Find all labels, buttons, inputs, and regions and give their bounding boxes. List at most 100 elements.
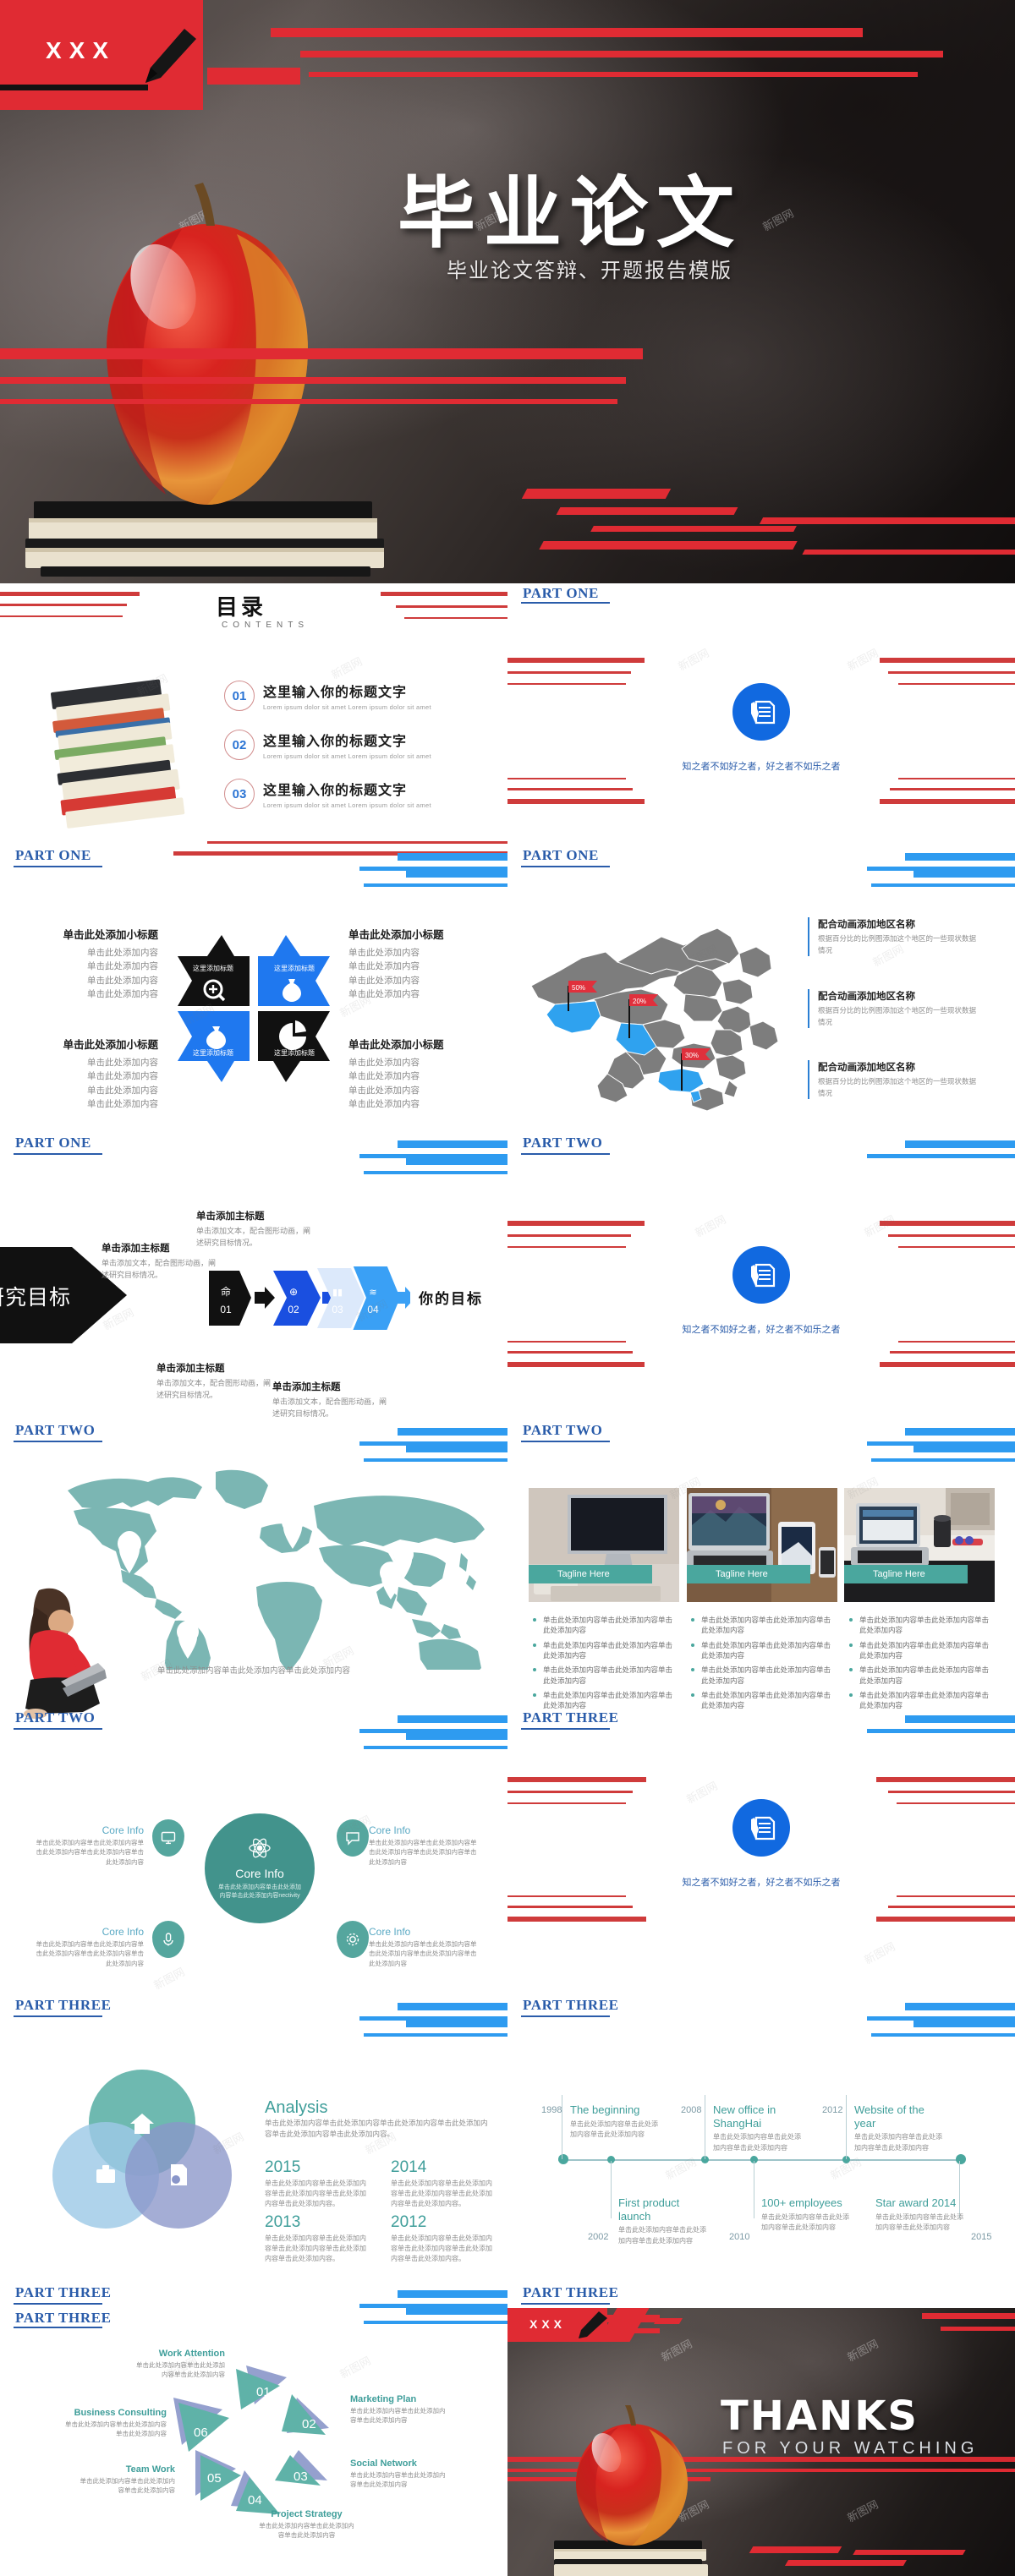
blue-corner-deco (359, 2290, 508, 2308)
quadrant-heading: 单击此处添加小标题 (63, 929, 158, 941)
timeline-dot[interactable] (558, 2154, 568, 2164)
watermark: 新图网 (151, 1965, 187, 1993)
toc-item-heading: 这里输入你的标题文字 (263, 686, 408, 700)
blue-corner-deco (364, 2021, 508, 2037)
map-legend-heading: 配合动画添加地区名称 (818, 992, 915, 1002)
cycle-heading: Team Work (125, 2464, 175, 2475)
quadrant-heading: 单击此处添加小标题 (63, 1039, 158, 1051)
photo-card[interactable]: Tagline Here (844, 1488, 995, 1602)
deco-red-line (880, 1221, 1015, 1226)
pencil-icon (573, 2310, 611, 2343)
slide-row-7: Analysis 单击此处添加内容单击此处添加内容单击此处添加内容单击此处添加内… (0, 2021, 1015, 2308)
blue-corner-deco (871, 2021, 1015, 2037)
deco-red-line (508, 1895, 626, 1897)
china-map-graphic[interactable]: 50% 20% 30% (516, 911, 795, 1123)
map-legend-body: 根据百分比的比例图添加这个地区的一些现状数据情况 (818, 1077, 977, 1097)
core-info-node-text: Core Info 单击此处添加内容单击此处添加内容单击此处添加内容单击此处添加… (34, 1926, 145, 1968)
photo-card[interactable]: Tagline Here (687, 1488, 837, 1602)
svg-text:▮▮: ▮▮ (332, 1288, 343, 1298)
analysis-year: 2014 (391, 2158, 427, 2176)
cycle-node-text: Marketing Plan 单击此处添加内容单击此处添加内容单击此处添加内容 (350, 2394, 447, 2426)
analysis-year-block: 2014 单击此处添加内容单击此处添加内容单击此处添加内容单击此处添加内容单击此… (391, 2158, 497, 2209)
blue-corner-deco (867, 1140, 1015, 1158)
monitor-icon (152, 1819, 184, 1857)
deco-red-line (396, 605, 508, 608)
cover-slide: XXX 毕业论文 毕业论文答辩、开题报告模版 新图网 新图网 新图网 (0, 0, 1015, 583)
timeline-heading: First product launch (618, 2196, 680, 2223)
timeline-dot[interactable] (956, 2154, 966, 2164)
toc-item[interactable]: 03 这里输入你的标题文字 Lorem ipsum dolor sit amet… (224, 779, 431, 809)
svg-text:04: 04 (367, 1304, 379, 1315)
analysis-title: Analysis (265, 2098, 328, 2117)
list-item: 单击此处添加内容单击此处添加内容单击此处添加内容 (691, 1665, 835, 1686)
svg-text:06: 06 (194, 2426, 208, 2440)
deco-red-line (888, 1234, 1015, 1237)
notepad-pen-icon (732, 683, 790, 741)
photo-tagline: Tagline Here (687, 1565, 810, 1583)
cycle-body: 单击此处添加内容单击此处添加内容单击此处添加内容 (65, 2420, 167, 2438)
blue-corner-deco (867, 1428, 1015, 1446)
callout-body: 单击添加文本，配合图形动画，阐述研究目标情况。 (196, 1227, 311, 1248)
thanks-deco-bar (941, 2327, 1015, 2331)
svg-text:这里添加标题: 这里添加标题 (274, 1048, 315, 1057)
core-info-center[interactable]: Core Info 单击此处添加内容单击此处添加内容单击此处添加内容nectiv… (205, 1813, 315, 1923)
quadrant-text-block: 单击此处添加小标题 单击此处添加内容 单击此处添加内容 单击此处添加内容 单击此处添… (348, 926, 454, 1001)
toc-item[interactable]: 01 这里输入你的标题文字 Lorem ipsum dolor sit amet… (224, 681, 431, 711)
cover-logo-badge[interactable]: XXX (0, 0, 203, 110)
svg-text:01: 01 (256, 2385, 271, 2399)
quote-text: 知之者不如好之者，好之者不如乐之者 (682, 1325, 841, 1335)
part-label: PART TWO (523, 1135, 603, 1151)
timeline-event: First product launch 单击此处添加内容单击此处添加内容单击此… (618, 2196, 711, 2246)
watermark: 新图网 (663, 2155, 699, 2183)
photo-card[interactable]: Tagline Here (529, 1488, 679, 1602)
map-legend-item[interactable]: 配合动画添加地区名称 根据百分比的比例图添加这个地区的一些现状数据情况 (808, 917, 981, 957)
analysis-year-body: 单击此处添加内容单击此处添加内容单击此处添加内容单击此处添加内容单击此处添加内容… (265, 2179, 366, 2207)
deco-red-line (898, 778, 1015, 779)
map-legend-heading: 配合动画添加地区名称 (818, 1063, 915, 1073)
deco-red-line (898, 1341, 1015, 1343)
presentation-deck: XXX 毕业论文 毕业论文答辩、开题报告模版 新图网 新图网 新图网 目录 CO… (0, 0, 1015, 2576)
quadrant-arrows-slide: 单击此处添加小标题 单击此处添加内容 单击此处添加内容 单击此处添加内容 单击此处添… (0, 871, 508, 1158)
slide-row-4: 研究目标 命 01 ⊕ 02 ▮▮ 03 ≋ 04 (0, 1158, 1015, 1446)
timeline-heading: Star award 2014 (875, 2196, 957, 2209)
cover-red-bar-3 (309, 72, 918, 77)
cover-red-bar-1 (271, 28, 863, 37)
analysis-year: 2013 (265, 2213, 301, 2231)
photo-cards-slide: Tagline Here 单击此处添加内容单击此处添加内容单击此处添加内容 单击… (508, 1446, 1015, 1733)
map-legend-item[interactable]: 配合动画添加地区名称 根据百分比的比例图添加这个地区的一些现状数据情况 (808, 989, 981, 1029)
callout-heading: 单击添加主标题 (156, 1364, 225, 1374)
venn-diagram[interactable] (41, 2061, 244, 2234)
toc-item[interactable]: 02 这里输入你的标题文字 Lorem ipsum dolor sit amet… (224, 730, 431, 760)
part-label-underline (14, 1153, 102, 1155)
pencil-icon (135, 25, 203, 85)
part-label-underline (521, 1728, 610, 1730)
callout-body: 单击添加文本，配合图形动画，阐述研究目标情况。 (102, 1259, 217, 1280)
timeline-event: Star award 2014 单击此处添加内容单击此处添加内容单击此处添加内容 (875, 2196, 968, 2233)
deco-red-line (880, 1362, 1015, 1367)
svg-text:≋: ≋ (369, 1288, 376, 1298)
deco-red-line (508, 1234, 631, 1237)
research-goal-steps[interactable]: 命 01 ⊕ 02 ▮▮ 03 ≋ 04 (207, 1266, 410, 1330)
svg-text:这里添加标题: 这里添加标题 (193, 1048, 233, 1057)
atom-icon (249, 1838, 271, 1857)
deco-red-line (898, 1246, 1015, 1248)
apple-on-books-photo (554, 2405, 708, 2576)
cycle-body: 单击此处添加内容单击此处添加内容单击此处添加内容 (80, 2477, 176, 2495)
map-legend-item[interactable]: 配合动画添加地区名称 根据百分比的比例图添加这个地区的一些现状数据情况 (808, 1060, 981, 1100)
deco-red-line (890, 1351, 1015, 1354)
cycle-heading: Marketing Plan (350, 2394, 417, 2404)
cover-skew-bar-2 (556, 507, 738, 515)
watermark: 新图网 (684, 1779, 720, 1807)
cover-badge-text: XXX (46, 37, 117, 63)
watermark: 新图网 (329, 654, 365, 682)
timeline-event: New office in ShangHai 单击此处添加内容单击此处添加内容单… (713, 2103, 802, 2153)
watermark: 新图网 (845, 646, 881, 674)
deco-red-line (0, 592, 140, 596)
cycle-diagram-slide: 01 02 03 04 05 06 Work Attention 单击此处添加内… (0, 2308, 508, 2576)
list-item: 单击此处添加内容单击此处添加内容单击此处添加内容 (533, 1640, 677, 1661)
cycle-body: 单击此处添加内容单击此处添加内容单击此处添加内容 (350, 2471, 446, 2489)
deco-red-line (508, 1362, 645, 1367)
blue-corner-deco (871, 1446, 1015, 1462)
deco-red-line (508, 1246, 626, 1248)
slide-row-6: Core Info 单击此处添加内容单击此处添加内容单击此处添加内容nectiv… (0, 1733, 1015, 2021)
